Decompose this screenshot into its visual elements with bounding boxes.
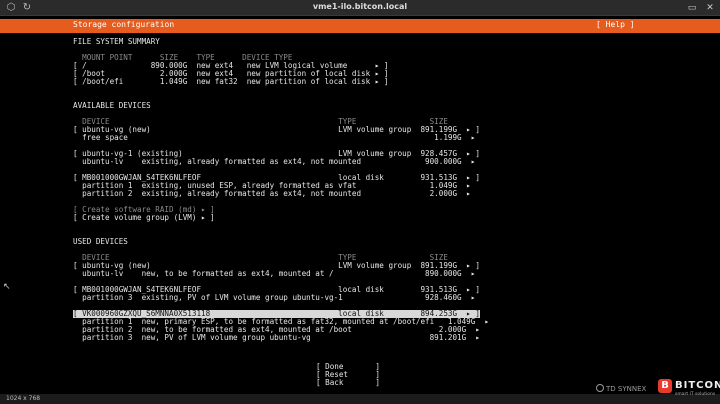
close-icon[interactable]: ✕ bbox=[702, 1, 718, 15]
resolution-readout: 1024 x 768 bbox=[6, 395, 41, 402]
used-row[interactable]: ubuntu-lv new, to be formatted as ext4, … bbox=[73, 270, 475, 278]
td-synnex-logo: TD SYNNEX bbox=[596, 384, 646, 394]
fs-row-boot-efi[interactable]: [ /boot/efi 1.049G new fat32 new partiti… bbox=[73, 78, 388, 86]
fs-summary-heading: FILE SYSTEM SUMMARY bbox=[73, 37, 160, 46]
device-row[interactable]: partition 2 existing, already formatted … bbox=[73, 190, 471, 198]
used-row[interactable]: partition 3 new, PV of LVM volume group … bbox=[73, 334, 480, 342]
device-row[interactable]: ubuntu-lv existing, already formatted as… bbox=[73, 158, 475, 166]
td-synnex-mark-icon bbox=[596, 384, 604, 392]
create-vg-button[interactable]: [ Create volume group (LVM) ▸ ] bbox=[73, 214, 215, 222]
window-titlebar: ⬡ ↻ vme1-ilo.bitcon.local ▭ ✕ bbox=[0, 0, 720, 16]
page-title: Storage configuration bbox=[73, 20, 175, 29]
mouse-pointer-icon: ↖ bbox=[3, 282, 11, 292]
help-button[interactable]: [ Help ] bbox=[596, 20, 635, 29]
device-row[interactable]: free space 1.199G ▸ bbox=[73, 134, 475, 142]
status-bar: 1024 x 768 bbox=[0, 394, 720, 404]
used-row[interactable]: partition 3 existing, PV of LVM volume g… bbox=[73, 294, 475, 302]
available-heading: AVAILABLE DEVICES bbox=[73, 101, 151, 110]
bitcon-tagline: smart IT solutions bbox=[675, 392, 716, 397]
window-title: vme1-ilo.bitcon.local bbox=[312, 2, 408, 11]
back-button[interactable]: [ Back ] bbox=[316, 379, 380, 387]
bitcon-b-icon: B bbox=[658, 379, 672, 393]
used-heading: USED DEVICES bbox=[73, 237, 128, 246]
bitcon-logo: B BITCON smart IT solutions bbox=[658, 376, 720, 402]
bitcon-name: BITCON bbox=[675, 380, 720, 391]
header-bar: Storage configuration [ Help ] bbox=[0, 19, 720, 33]
installer-screen: Storage configuration [ Help ] FILE SYST… bbox=[0, 16, 720, 394]
window-icon[interactable]: ▭ bbox=[684, 1, 700, 15]
